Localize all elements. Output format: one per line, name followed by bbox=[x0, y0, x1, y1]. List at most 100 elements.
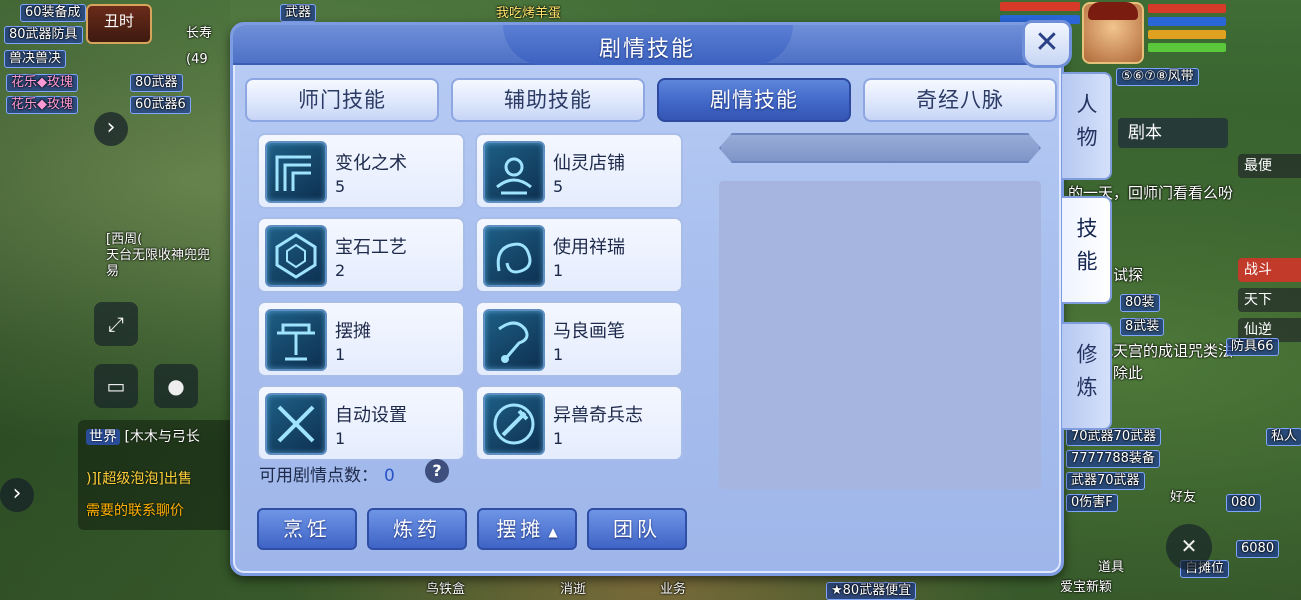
skill-name: 自动设置 bbox=[335, 405, 407, 426]
help-icon[interactable]: ? bbox=[425, 459, 449, 483]
friends-label[interactable]: 好友 bbox=[1170, 490, 1196, 506]
skill-card-gem-craft[interactable]: 宝石工艺 2 bbox=[257, 217, 465, 293]
expand-arrow-icon[interactable]: › bbox=[94, 112, 128, 146]
stall-label[interactable]: 80武器 bbox=[130, 74, 183, 92]
stall-label[interactable]: 6080 bbox=[1236, 540, 1280, 558]
stall-label[interactable]: 防具66 bbox=[1226, 338, 1279, 356]
tab-story-skills[interactable]: 剧情技能 bbox=[657, 78, 851, 122]
battle-badge[interactable]: 战斗 bbox=[1238, 258, 1301, 282]
skill-card-transform[interactable]: 变化之术 5 bbox=[257, 133, 465, 209]
skill-info-title-bar bbox=[719, 133, 1041, 163]
stall-label[interactable]: 消逝 bbox=[560, 582, 586, 598]
stall-label[interactable]: 花乐◆玫瑰 bbox=[6, 96, 78, 114]
skill-level: 5 bbox=[335, 177, 346, 196]
stall-label[interactable]: 70武器70武器 bbox=[1066, 428, 1162, 446]
tab-auxiliary-skills[interactable]: 辅助技能 bbox=[451, 78, 645, 122]
alchemy-button[interactable]: 炼药 bbox=[367, 508, 467, 550]
stall-label[interactable]: 7777788装备 bbox=[1066, 450, 1160, 468]
anger-bar bbox=[1148, 30, 1226, 39]
collapse-arrow-icon[interactable]: › bbox=[0, 478, 34, 512]
stall-label[interactable]: 60武器6 bbox=[130, 96, 191, 114]
skill-name: 变化之术 bbox=[335, 153, 407, 174]
story-points-label: 可用剧情点数： bbox=[259, 466, 378, 486]
caret-up-icon: ▲ bbox=[548, 525, 558, 539]
skill-level: 1 bbox=[553, 261, 564, 280]
close-button[interactable]: ✕ bbox=[1022, 20, 1072, 68]
right-side-labels: 最便 战斗 天下 仙逆 bbox=[1238, 154, 1301, 348]
tab-school-skills[interactable]: 师门技能 bbox=[245, 78, 439, 122]
fullscreen-icon[interactable]: ⤢ bbox=[94, 302, 138, 346]
stall-label[interactable]: 武器70武器 bbox=[1066, 472, 1145, 490]
stall-label[interactable]: 80武器防具 bbox=[4, 26, 83, 44]
stall-label[interactable]: 花乐◆玫瑰 bbox=[6, 74, 78, 92]
story-points-value: 0 bbox=[384, 466, 395, 486]
stall-label[interactable]: 爱宝新颖 bbox=[1060, 580, 1112, 596]
stall-button-label: 摆摊 bbox=[496, 517, 545, 541]
chat-message: 易 bbox=[106, 264, 120, 279]
skill-card-beast-weapon[interactable]: 异兽奇兵志 1 bbox=[475, 385, 683, 459]
script-tab[interactable]: 剧本 bbox=[1118, 118, 1228, 148]
chat-line-text: [木木与弓长 bbox=[124, 429, 200, 445]
skill-card-auspicious[interactable]: 使用祥瑞 1 bbox=[475, 217, 683, 293]
skill-level: 2 bbox=[335, 261, 346, 280]
stall-label[interactable]: 天下 bbox=[1238, 288, 1301, 312]
skill-level: 1 bbox=[553, 429, 564, 448]
skill-level: 1 bbox=[553, 345, 564, 364]
stall-label[interactable]: 私人 bbox=[1266, 428, 1301, 446]
shop-icon bbox=[483, 141, 545, 203]
microphone-icon[interactable]: ● bbox=[154, 364, 198, 408]
world-channel-tag: 世界 bbox=[86, 429, 120, 445]
crossed-swords-icon bbox=[265, 393, 327, 455]
close-hud-icon[interactable]: ✕ bbox=[1166, 524, 1212, 570]
stall-label[interactable]: ⑤⑥⑦⑧风带 bbox=[1116, 68, 1199, 86]
stall-label[interactable]: 我吃烤羊蛋 bbox=[496, 6, 561, 22]
chat-icon[interactable]: ▭ bbox=[94, 364, 138, 408]
panel-title: 剧情技能 bbox=[598, 37, 695, 62]
skill-level: 1 bbox=[335, 345, 346, 364]
stall-label[interactable]: 业务 bbox=[660, 582, 686, 598]
avatar-hair bbox=[1088, 2, 1138, 20]
chat-line: 需要的联系聊价 bbox=[86, 503, 184, 519]
skill-card-magic-brush[interactable]: 马良画笔 1 bbox=[475, 301, 683, 377]
stall-label[interactable]: 080 bbox=[1226, 494, 1261, 512]
bag-label[interactable]: 道具 bbox=[1098, 560, 1124, 576]
stall-label[interactable]: 0伤害F bbox=[1066, 494, 1118, 512]
hp-bar bbox=[1000, 2, 1080, 11]
exp-bar bbox=[1148, 43, 1226, 52]
skill-name: 使用祥瑞 bbox=[553, 237, 625, 258]
skill-level: 1 bbox=[335, 429, 346, 448]
skill-name: 仙灵店铺 bbox=[553, 153, 625, 174]
time-badge: 丑时 bbox=[86, 4, 152, 44]
side-tab-cultivation[interactable]: 修炼 bbox=[1062, 322, 1112, 430]
hp-bar bbox=[1148, 4, 1226, 13]
stall-label[interactable]: ★80武器便宜 bbox=[826, 582, 917, 600]
stall-icon bbox=[265, 309, 327, 371]
stall-label[interactable]: 8武装 bbox=[1120, 318, 1165, 336]
side-tab-skills[interactable]: 技能 bbox=[1062, 196, 1112, 304]
pet-status-bars bbox=[1148, 4, 1226, 56]
skill-name: 宝石工艺 bbox=[335, 237, 407, 258]
chat-line: )][超级泡泡]出售 bbox=[86, 471, 192, 487]
side-tab-character[interactable]: 人物 bbox=[1062, 72, 1112, 180]
stall-label[interactable]: 80装 bbox=[1120, 294, 1160, 312]
skill-info-box bbox=[719, 181, 1041, 489]
gem-icon bbox=[265, 225, 327, 287]
stall-label[interactable]: 兽决兽决 bbox=[4, 50, 67, 68]
stall-label[interactable]: 最便 bbox=[1238, 154, 1301, 178]
stall-label[interactable]: 鸟铁盒 bbox=[426, 582, 465, 598]
skill-level: 5 bbox=[553, 177, 564, 196]
stall-label[interactable]: 武器 bbox=[280, 4, 317, 22]
stall-label[interactable]: 60装备成 bbox=[20, 4, 86, 22]
skill-list[interactable]: 变化之术 5 仙灵店铺 5 宝石工艺 2 使用祥瑞 1 摆摊 1 马良画笔 1 … bbox=[251, 129, 691, 459]
map-name-prefix: 长寿 bbox=[186, 26, 213, 41]
team-button[interactable]: 团队 bbox=[587, 508, 687, 550]
skill-card-stall[interactable]: 摆摊 1 bbox=[257, 301, 465, 377]
skill-card-spirit-shop[interactable]: 仙灵店铺 5 bbox=[475, 133, 683, 209]
cooking-button[interactable]: 烹饪 bbox=[257, 508, 357, 550]
skill-card-auto-settings[interactable]: 自动设置 1 bbox=[257, 385, 465, 459]
tab-meridians[interactable]: 奇经八脉 bbox=[863, 78, 1057, 122]
skill-name: 马良画笔 bbox=[553, 321, 625, 342]
chat-line: 世界 [木木与弓长 bbox=[86, 426, 200, 446]
chat-message: 天台无限收神兜兜 bbox=[106, 248, 211, 263]
stall-button[interactable]: 摆摊 ▲ bbox=[477, 508, 577, 550]
